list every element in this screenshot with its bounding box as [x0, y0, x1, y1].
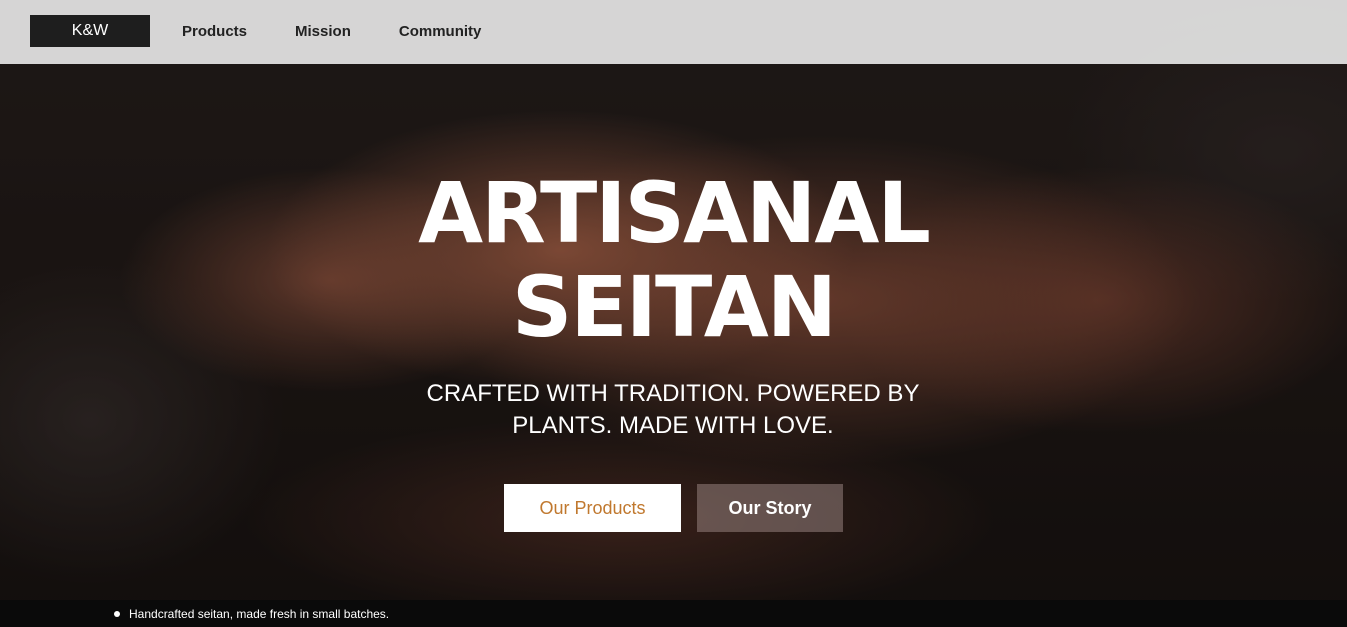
hero-subtitle: CRAFTED WITH TRADITION. POWERED BY PLANT… — [426, 380, 920, 439]
nav-link-mission[interactable]: Mission — [277, 0, 369, 64]
hero-title: ARTISANAL SEITAN — [0, 166, 1347, 354]
our-story-button[interactable]: Our Story — [697, 484, 843, 532]
hero-section: ARTISANAL SEITAN CRAFTED WITH TRADITION.… — [0, 64, 1347, 600]
announcement-ticker: Handcrafted seitan, made fresh in small … — [0, 600, 1347, 627]
nav-link-community[interactable]: Community — [381, 0, 500, 64]
hero-title-line-1: ARTISANAL — [418, 164, 931, 262]
logo-link[interactable]: K&W — [30, 15, 150, 47]
our-products-button[interactable]: Our Products — [504, 484, 681, 532]
main-nav: Products Mission Community — [164, 0, 499, 64]
nav-link-products[interactable]: Products — [164, 0, 265, 64]
ticker-item: Handcrafted seitan, made fresh in small … — [114, 600, 389, 627]
site-header: K&W Products Mission Community — [0, 0, 1347, 64]
bullet-icon — [114, 610, 120, 617]
page: K&W Products Mission Community ARTISANAL… — [0, 0, 1347, 627]
hero-title-line-2: SEITAN — [511, 258, 837, 356]
ticker-item-text: Handcrafted seitan, made fresh in small … — [129, 606, 390, 621]
